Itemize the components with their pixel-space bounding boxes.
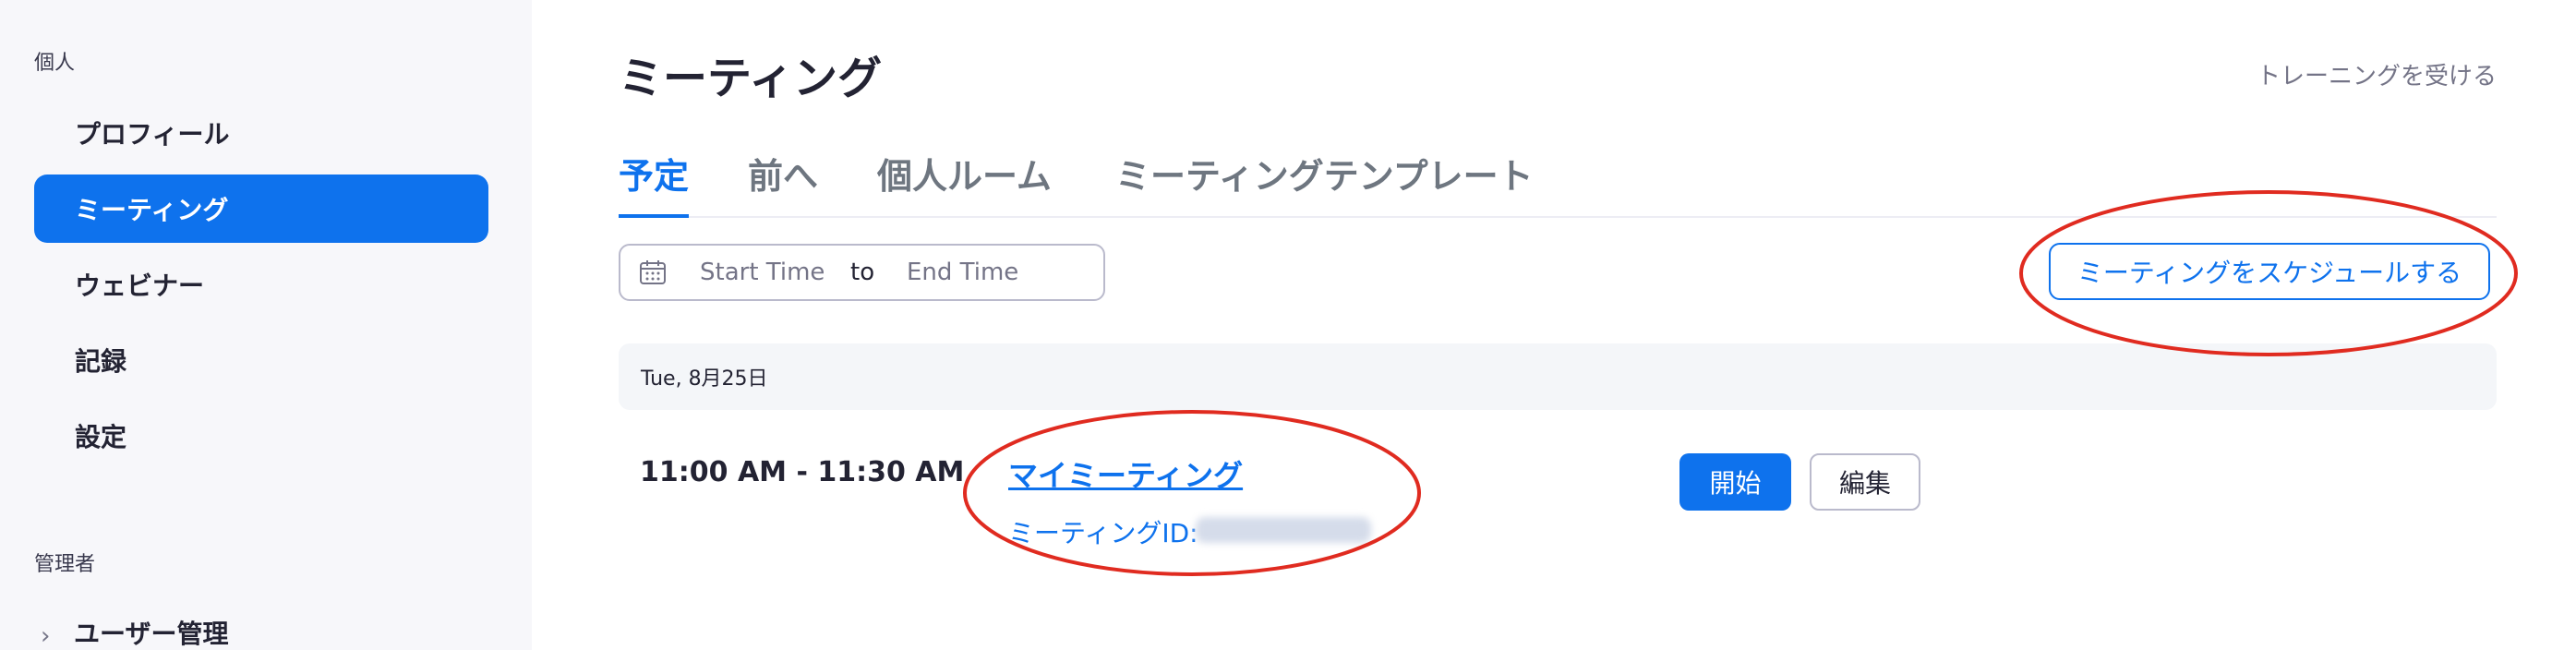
page-title: ミーティング [619,53,883,104]
meeting-title-link[interactable]: マイミーティング [1008,452,1243,495]
meeting-id-redacted [1196,517,1371,543]
date-range-separator: to [850,259,875,286]
sidebar-item-label: ウェビナー [75,271,205,301]
date-group-label: Tue, 8月25日 [641,367,768,391]
start-button[interactable]: 開始 [1679,453,1791,511]
meeting-id-label: ミーティングID: [1008,518,1198,548]
start-time-input[interactable]: Start Time [700,259,825,286]
sidebar-item-label: ミーティング [75,195,229,225]
tab-upcoming[interactable]: 予定 [619,148,690,218]
sidebar-section-personal: 個人 [34,52,76,75]
sidebar-item-profile[interactable]: プロフィール [34,99,488,167]
training-link[interactable]: トレーニングを受ける [2257,57,2497,91]
date-range-picker[interactable]: Start Time to End Time [619,244,1105,301]
tab-personal-room[interactable]: 個人ルーム [877,148,1052,218]
sidebar-section-admin: 管理者 [34,553,96,576]
tab-meeting-templates[interactable]: ミーティングテンプレート [1115,148,1534,218]
sidebar-item-label: 設定 [75,422,127,452]
end-time-input[interactable]: End Time [907,259,1018,286]
tab-previous[interactable]: 前へ [748,148,818,218]
meeting-tabs: 予定 前へ 個人ルーム ミーティングテンプレート [619,138,2497,218]
edit-button[interactable]: 編集 [1810,453,1920,511]
sidebar-item-label: プロフィール [75,119,230,150]
sidebar-item-user-management[interactable]: ユーザー管理 [74,614,228,650]
chevron-right-icon[interactable]: › [41,622,50,650]
sidebar-item-label: 記録 [75,346,127,377]
sidebar-item-webinars[interactable]: ウェビナー [34,250,488,319]
sidebar: 個人 プロフィール ミーティング ウェビナー 記録 設定 管理者 › ユーザー管… [0,0,532,650]
date-group-header: Tue, 8月25日 [619,343,2497,410]
sidebar-item-settings[interactable]: 設定 [34,402,488,470]
sidebar-item-recordings[interactable]: 記録 [34,326,488,394]
calendar-icon [640,260,666,284]
meeting-time: 11:00 AM - 11:30 AM [640,456,965,488]
schedule-meeting-button[interactable]: ミーティングをスケジュールする [2049,243,2490,300]
sidebar-item-meetings[interactable]: ミーティング [34,175,488,243]
